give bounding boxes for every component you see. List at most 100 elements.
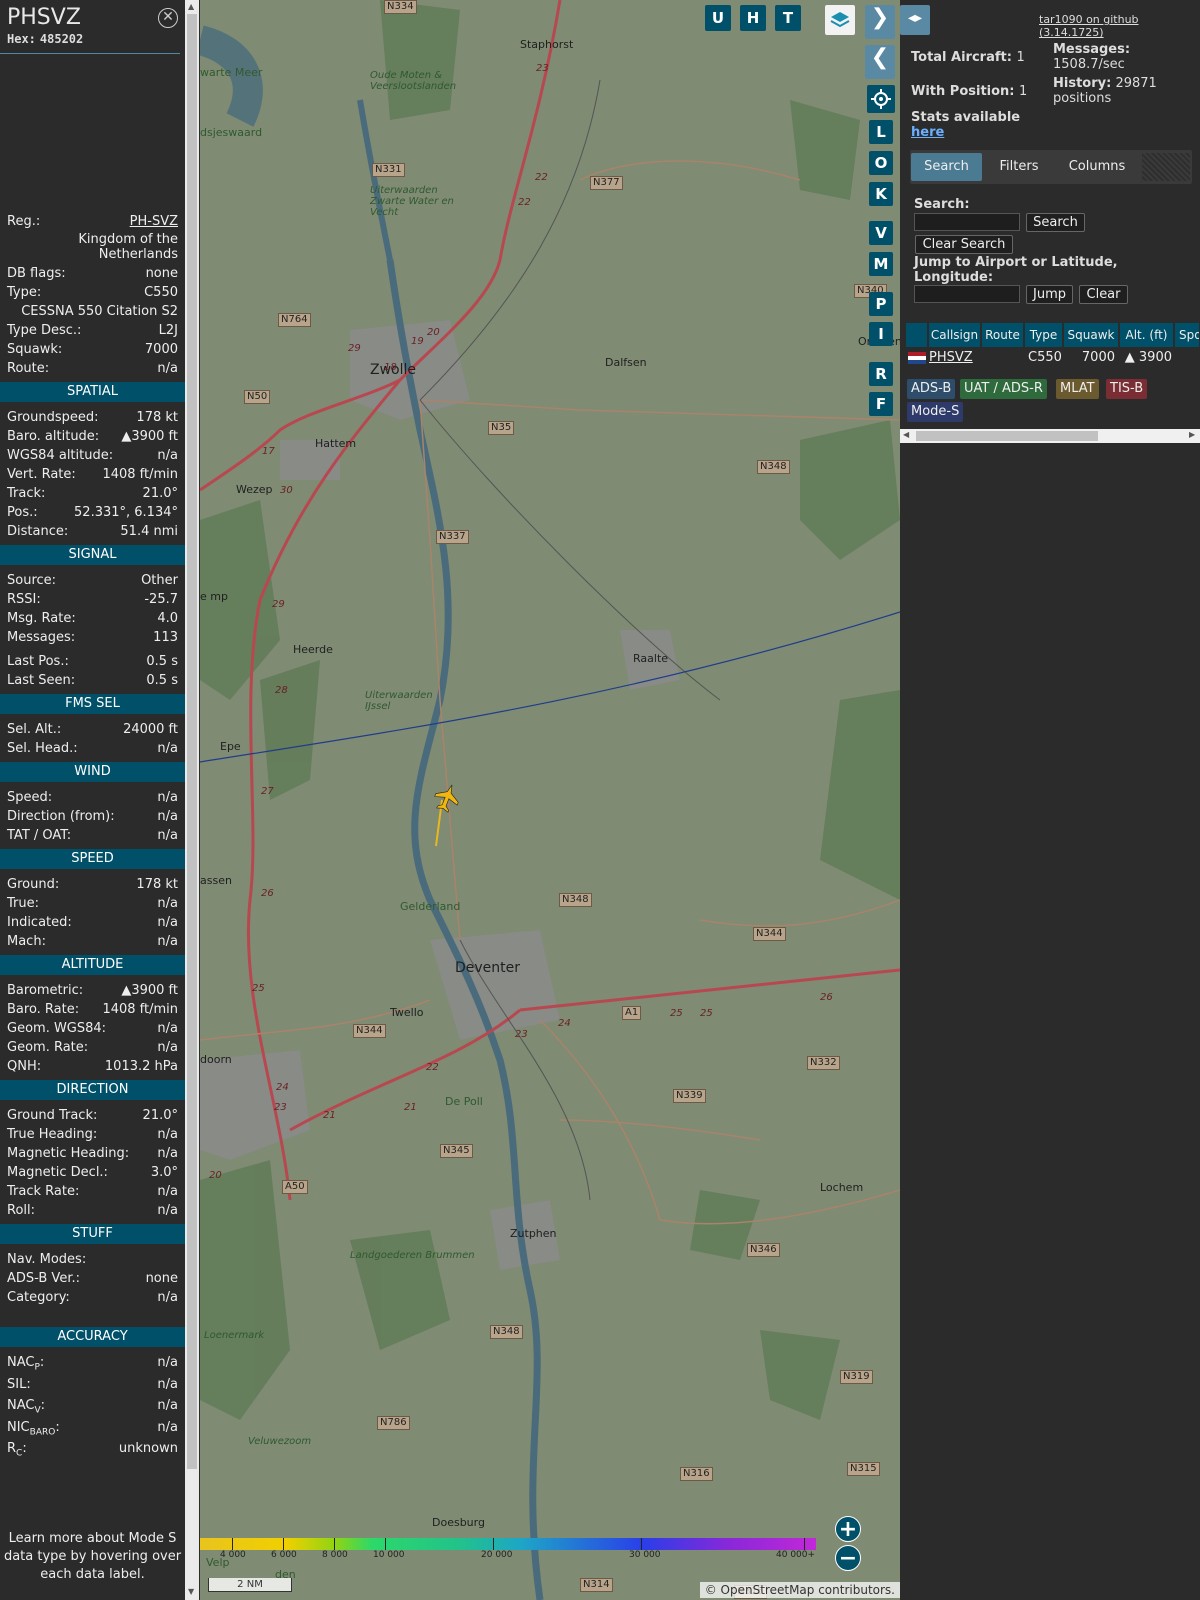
tab-filters[interactable]: Filters xyxy=(984,153,1054,181)
col-type[interactable]: Type xyxy=(1025,323,1063,347)
place-label: Raalte xyxy=(633,652,669,665)
info-row-value: 1408 ft/min xyxy=(102,467,178,482)
messages-label: Messages: xyxy=(1053,42,1131,57)
road-number-label: 25 xyxy=(252,983,265,994)
road-shield: N35 xyxy=(488,421,515,435)
jump-button[interactable]: Jump xyxy=(1026,285,1073,304)
info-row-label: Last Seen: xyxy=(7,673,76,688)
road-shield: A50 xyxy=(282,1180,308,1194)
info-row-label: Reg.: xyxy=(7,214,41,229)
collapse-left-icon[interactable]: ❮ xyxy=(865,45,895,79)
scroll-down-icon[interactable]: ▼ xyxy=(188,1587,194,1596)
scroll-up-icon[interactable]: ▲ xyxy=(188,2,194,11)
layers-button[interactable] xyxy=(825,5,855,35)
badge-uat[interactable]: UAT / ADS-R xyxy=(960,379,1047,399)
map-toggle-k-button[interactable]: K xyxy=(869,182,893,206)
clear-search-button[interactable]: Clear Search xyxy=(915,235,1013,254)
info-panel-scrollbar[interactable]: ▲ ▼ xyxy=(185,0,199,1600)
toggle-u-button[interactable]: U xyxy=(705,5,731,31)
info-row-value: n/a xyxy=(157,1419,178,1435)
settings-gear-icon[interactable] xyxy=(867,85,895,113)
info-row-value: L2J xyxy=(158,323,178,338)
toggle-t-button[interactable]: T xyxy=(775,5,801,31)
zoom-out-button[interactable]: − xyxy=(835,1545,861,1571)
legend-tick-mark xyxy=(493,1538,494,1550)
map-toggle-l-button[interactable]: L xyxy=(869,120,893,144)
info-row: Distance: 51.4 nmi xyxy=(7,523,178,541)
tab-search[interactable]: Search xyxy=(911,153,982,181)
road-number-label: 23 xyxy=(274,1102,287,1113)
info-row: Sel. Alt.: 24000 ft xyxy=(7,721,178,739)
aircraft-info-panel: PHSVZ Hex: 485202 ✕ Reg.: PH-SVZ Kingdom of… xyxy=(0,0,185,1600)
search-button[interactable]: Search xyxy=(1026,213,1085,232)
section-altitude: ALTITUDE xyxy=(0,955,185,975)
info-row: Baro. altitude: ▲3900 ft xyxy=(7,428,178,446)
history-label: History: xyxy=(1053,76,1112,91)
hscroll-thumb[interactable] xyxy=(916,431,1098,441)
info-row: Indicated: n/a xyxy=(7,914,178,932)
badge-adsb[interactable]: ADS-B xyxy=(907,379,956,399)
road-number-label: 26 xyxy=(261,888,274,899)
tab-columns[interactable]: Columns xyxy=(1056,153,1138,181)
map-toggle-i-button[interactable]: I xyxy=(869,322,893,346)
close-icon[interactable]: ✕ xyxy=(158,8,178,28)
expand-right-icon[interactable]: ❯ xyxy=(865,5,895,39)
label-main: R xyxy=(7,1441,17,1456)
map-toggle-r-button[interactable]: R xyxy=(869,362,893,386)
info-row-label: Baro. altitude: xyxy=(7,429,100,444)
col-route[interactable]: Route xyxy=(982,323,1024,347)
info-row: CESSNA 550 Citation S2 xyxy=(7,303,178,321)
scrollbar-thumb[interactable] xyxy=(187,14,197,1469)
col-callsign[interactable]: Callsign xyxy=(929,323,981,347)
clear-button[interactable]: Clear xyxy=(1079,285,1128,304)
legend-tick-mark xyxy=(804,1538,805,1550)
col-flag[interactable] xyxy=(906,323,928,347)
map-view[interactable]: Staphorst Zwolle Dalfsen Hattem Wezep Heerde R… xyxy=(200,0,900,1600)
layers-icon xyxy=(830,12,850,28)
info-row-value: n/a xyxy=(157,1355,178,1370)
toggle-h-button[interactable]: H xyxy=(740,5,766,31)
legend-tick-label: 40 000+ xyxy=(776,1550,816,1560)
info-row: Geom. WGS84: n/a xyxy=(7,1020,178,1038)
zoom-in-button[interactable]: + xyxy=(835,1516,861,1542)
info-row-value: n/a xyxy=(157,1398,178,1413)
road-number-label: 26 xyxy=(820,992,833,1003)
search-input[interactable] xyxy=(914,213,1020,231)
info-row-label: True Heading: xyxy=(7,1127,98,1142)
jump-input[interactable] xyxy=(914,285,1020,303)
place-label: Heerde xyxy=(293,643,333,656)
github-link[interactable]: tar1090 on github (3.14.1725) xyxy=(1039,13,1200,39)
label-suffix: : xyxy=(55,1419,60,1435)
col-squawk[interactable]: Squawk xyxy=(1064,323,1119,347)
info-row: TAT / OAT: n/a xyxy=(7,827,178,845)
row-callsign[interactable]: PHSVZ xyxy=(929,348,973,368)
info-row-label: Speed: xyxy=(7,790,53,805)
map-toggle-o-button[interactable]: O xyxy=(869,151,893,175)
stats-link[interactable]: here xyxy=(911,125,944,140)
road-shield: N348 xyxy=(490,1325,523,1339)
badge-modes[interactable]: Mode-S xyxy=(907,402,964,422)
toggle-panels-icon[interactable]: ◂▸ xyxy=(900,5,930,35)
info-row-value: n/a xyxy=(157,1290,178,1305)
info-row-value: ▲3900 ft xyxy=(121,429,178,444)
map-toggle-v-button[interactable]: V xyxy=(869,221,893,245)
badge-tisb[interactable]: TIS-B xyxy=(1106,379,1148,399)
col-altitude[interactable]: Alt. (ft) xyxy=(1120,323,1174,347)
table-hscrollbar[interactable]: ◀ ▶ xyxy=(900,429,1200,443)
aircraft-list-panel: ◂▸ tar1090 on github (3.14.1725) Total A… xyxy=(900,0,1200,1600)
road-number-label: 20 xyxy=(209,1170,222,1181)
badge-mlat[interactable]: MLAT xyxy=(1056,379,1099,399)
map-toggle-m-button[interactable]: M xyxy=(869,252,893,276)
map-attribution[interactable]: © OpenStreetMap contributors. xyxy=(699,1582,900,1598)
info-row-value[interactable]: PH-SVZ xyxy=(130,213,178,231)
scroll-left-icon[interactable]: ◀ xyxy=(903,430,909,439)
tab-spacer xyxy=(1142,153,1190,181)
road-number-label: 23 xyxy=(536,63,549,74)
map-toggle-f-button[interactable]: F xyxy=(869,392,893,416)
info-row-value: none xyxy=(145,1271,178,1286)
info-row-value: 1013.2 hPa xyxy=(104,1059,178,1074)
map-toggle-p-button[interactable]: P xyxy=(869,292,893,316)
col-speed[interactable]: Spd xyxy=(1175,323,1200,347)
road-shield: N337 xyxy=(436,530,469,544)
scroll-right-icon[interactable]: ▶ xyxy=(1189,430,1195,439)
